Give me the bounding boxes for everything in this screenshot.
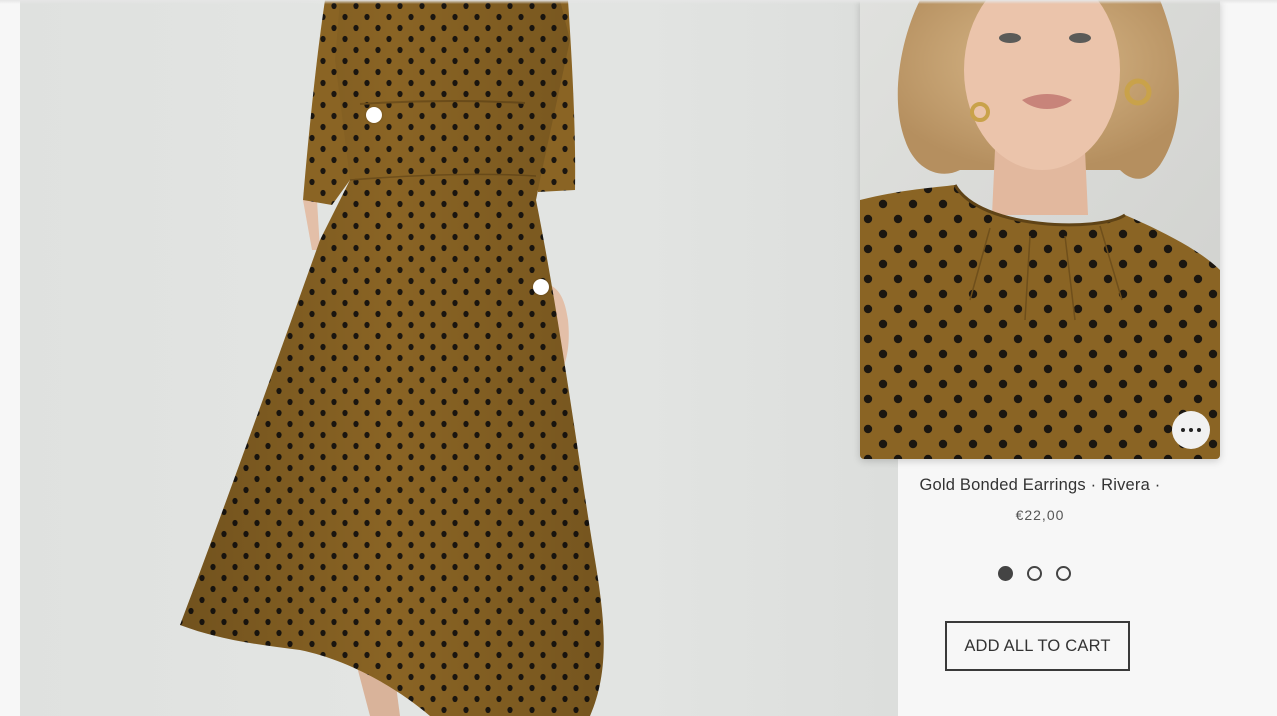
carousel-dot-3[interactable]: [1056, 566, 1071, 581]
more-horizontal-icon: [1181, 428, 1185, 432]
carousel-dot-2[interactable]: [1027, 566, 1042, 581]
product-photo: [860, 0, 1220, 459]
add-all-to-cart-button[interactable]: ADD ALL TO CART: [945, 621, 1130, 671]
model-dress-illustration: [180, 0, 604, 716]
shop-the-look-section: Gold Bonded Earrings · Rivera · €22,00 A…: [0, 0, 1277, 716]
product-price: €22,00: [1015, 507, 1065, 523]
header-shadow: [0, 0, 1277, 4]
hotspot-dress[interactable]: [366, 107, 382, 123]
lookbook-image: [20, 0, 898, 716]
product-card-image[interactable]: [860, 0, 1220, 459]
more-options-button[interactable]: [1172, 411, 1210, 449]
carousel-dot-1[interactable]: [998, 566, 1013, 581]
carousel-pagination: [998, 566, 1071, 581]
product-title[interactable]: Gold Bonded Earrings · Rivera ·: [860, 476, 1220, 495]
hotspot-earrings[interactable]: [533, 279, 549, 295]
